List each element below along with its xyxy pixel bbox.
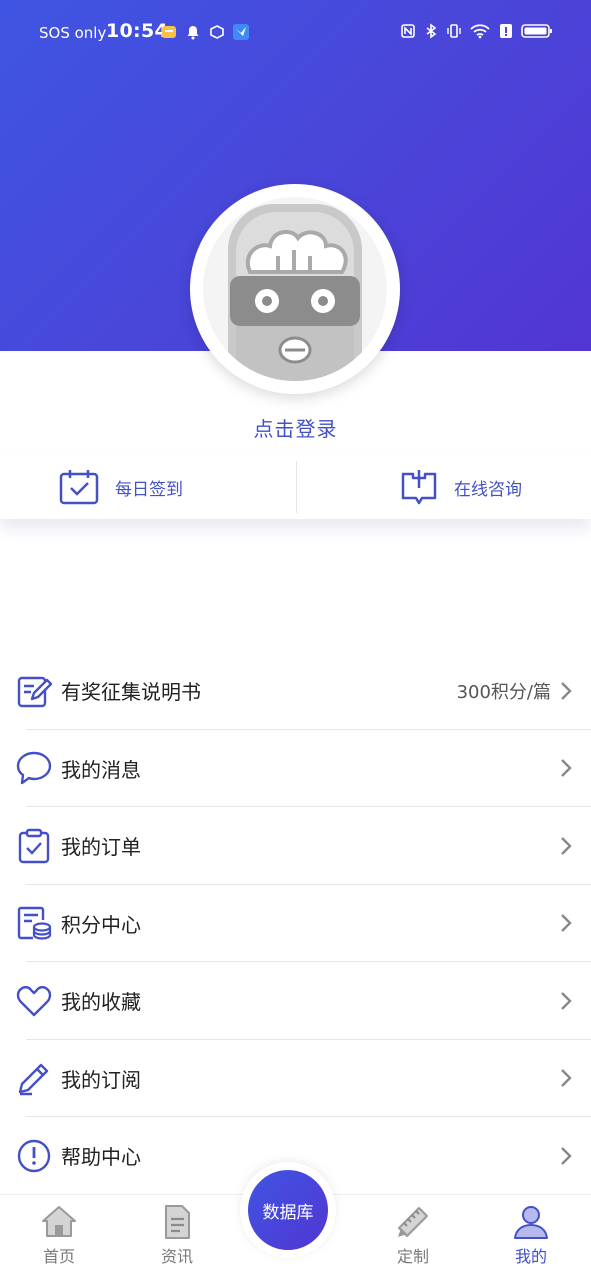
menu-item-label: 有奖征集说明书: [61, 680, 201, 705]
message-bubble-icon: [16, 752, 52, 785]
online-consult-label: 在线咨询: [454, 479, 522, 500]
nfc-icon: [401, 24, 415, 38]
robot-avatar-icon: [203, 197, 387, 381]
menu-item-label: 帮助中心: [61, 1145, 141, 1170]
pencil-icon: [18, 1064, 49, 1096]
chevron-right-icon: [561, 991, 572, 1010]
login-link[interactable]: 点击登录: [0, 413, 591, 442]
chevron-right-icon: [561, 836, 572, 855]
ruler-pencil-icon: [398, 1207, 428, 1237]
edit-note-icon: [17, 676, 52, 707]
online-consult-button[interactable]: 在线咨询: [400, 465, 522, 509]
user-profile-icon: [514, 1206, 548, 1239]
chevron-right-icon: [561, 681, 572, 700]
menu-item-reward-guide[interactable]: 有奖征集说明书 300积分/篇: [0, 652, 591, 730]
help-exclamation-icon: [17, 1139, 51, 1172]
tab-custom-label: 定制: [396, 1247, 429, 1266]
menu-item-points-center[interactable]: 积分中心: [0, 885, 591, 962]
menu-item-label: 我的消息: [61, 757, 141, 782]
menu-item-label: 我的订阅: [61, 1067, 141, 1092]
daily-checkin-button[interactable]: 每日签到: [59, 465, 183, 509]
document-icon: [165, 1205, 190, 1239]
consult-book-icon: [401, 470, 437, 505]
wifi-icon: [470, 24, 490, 39]
menu-list: 有奖征集说明书 300积分/篇 我的消息 我的订单 积分中心 我的收藏 我的订阅…: [0, 652, 591, 1195]
menu-item-label: 我的收藏: [61, 990, 141, 1015]
menu-item-orders[interactable]: 我的订单: [0, 807, 591, 885]
user-avatar[interactable]: [190, 184, 400, 394]
quick-actions-divider: [296, 461, 297, 513]
chevron-right-icon: [561, 1069, 572, 1088]
tab-home[interactable]: 首页: [24, 1203, 94, 1267]
reward-points-text: 300积分/篇: [456, 681, 551, 703]
calendar-check-icon: [59, 470, 99, 505]
tab-news-label: 资讯: [160, 1247, 193, 1266]
tab-mine[interactable]: 我的: [496, 1203, 566, 1267]
menu-item-favorites[interactable]: 我的收藏: [0, 962, 591, 1040]
bird-app-icon: [233, 24, 249, 40]
menu-item-messages[interactable]: 我的消息: [0, 730, 591, 807]
chevron-right-icon: [561, 914, 572, 933]
chevron-right-icon: [561, 1146, 572, 1165]
tab-mine-label: 我的: [514, 1247, 547, 1266]
points-coin-icon: [17, 907, 52, 940]
home-icon: [42, 1206, 76, 1237]
tab-custom[interactable]: 定制: [378, 1203, 448, 1267]
bell-icon: [187, 26, 199, 40]
vibrate-icon: [447, 24, 461, 38]
box-icon: [210, 25, 224, 39]
bluetooth-icon: [426, 23, 437, 39]
database-button[interactable]: 数据库: [248, 1170, 328, 1250]
menu-item-label: 积分中心: [61, 912, 141, 937]
notification-icons: [161, 24, 249, 40]
menu-item-subscriptions[interactable]: 我的订阅: [0, 1040, 591, 1117]
app-notification-icon: [162, 26, 176, 38]
alert-icon: [500, 24, 512, 38]
tab-news[interactable]: 资讯: [142, 1203, 212, 1267]
system-status-icons: [400, 23, 553, 39]
chevron-right-icon: [561, 759, 572, 778]
database-button-ring: 数据库: [240, 1162, 336, 1258]
heart-icon: [16, 985, 52, 1016]
daily-checkin-label: 每日签到: [115, 479, 183, 500]
carrier-text: SOS only: [39, 24, 107, 42]
clock-time: 10:54: [106, 20, 168, 42]
status-bar: SOS only 10:54: [0, 18, 591, 48]
tab-home-label: 首页: [42, 1247, 75, 1266]
quick-actions-bar: 每日签到 在线咨询: [0, 455, 591, 519]
clipboard-check-icon: [18, 828, 50, 863]
battery-icon: [521, 24, 552, 38]
menu-item-label: 我的订单: [61, 835, 141, 860]
